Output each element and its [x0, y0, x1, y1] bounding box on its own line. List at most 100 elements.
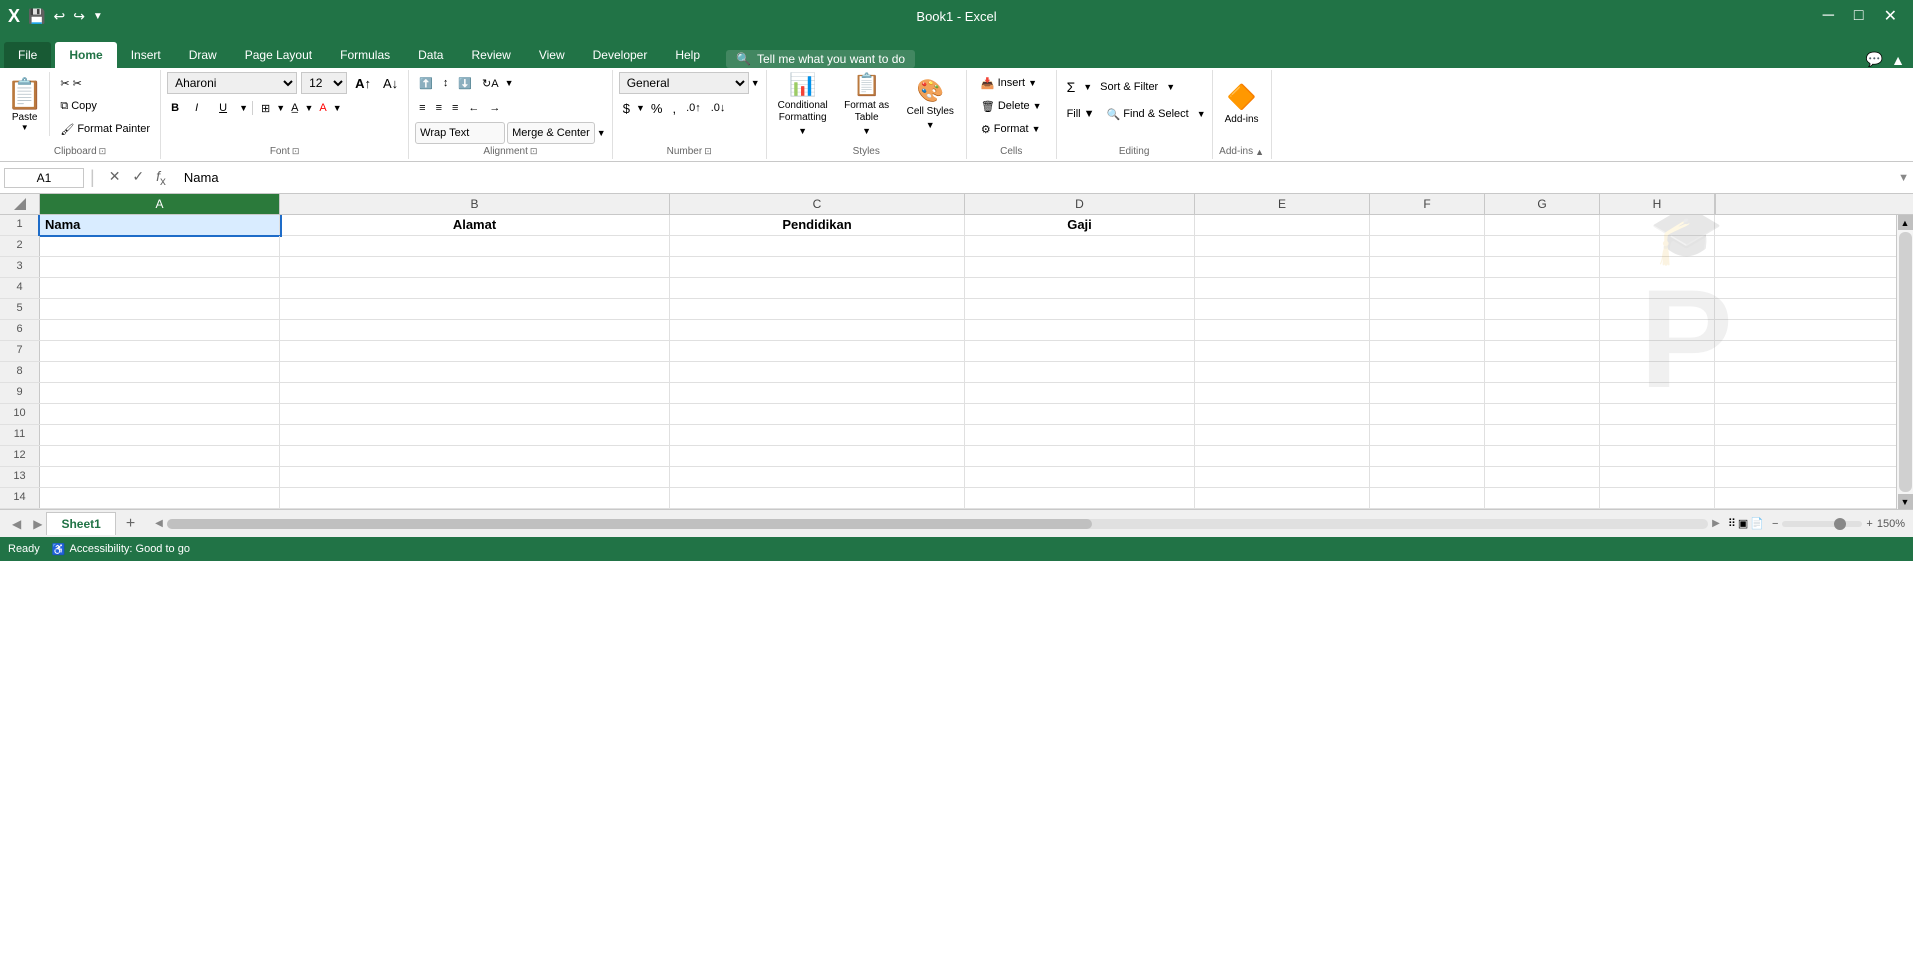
cell-f8[interactable] — [1370, 362, 1485, 382]
tab-view[interactable]: View — [525, 42, 579, 68]
cell-c3[interactable] — [670, 257, 965, 277]
cell-h14[interactable] — [1600, 488, 1715, 508]
cell-a13[interactable] — [40, 467, 280, 487]
cell-d11[interactable] — [965, 425, 1195, 445]
text-direction-dropdown[interactable]: ▼ — [505, 78, 514, 88]
cell-a2[interactable] — [40, 236, 280, 256]
confirm-formula-button[interactable]: ✓ — [128, 166, 148, 190]
cell-g4[interactable] — [1485, 278, 1600, 298]
cell-f11[interactable] — [1370, 425, 1485, 445]
tab-data[interactable]: Data — [404, 42, 457, 68]
cell-c7[interactable] — [670, 341, 965, 361]
cell-b11[interactable] — [280, 425, 670, 445]
tab-page-layout[interactable]: Page Layout — [231, 42, 326, 68]
cell-d6[interactable] — [965, 320, 1195, 340]
cell-e5[interactable] — [1195, 299, 1370, 319]
tab-draw[interactable]: Draw — [175, 42, 231, 68]
col-header-e[interactable]: E — [1195, 194, 1370, 214]
normal-view-button[interactable]: ▣ — [1738, 517, 1748, 530]
cell-f10[interactable] — [1370, 404, 1485, 424]
formula-input[interactable] — [178, 168, 1894, 187]
align-middle-button[interactable]: ↕ — [439, 72, 453, 94]
font-expand-icon[interactable]: ⊡ — [292, 146, 300, 157]
cell-a5[interactable] — [40, 299, 280, 319]
cell-d1[interactable]: Gaji — [965, 215, 1195, 235]
cell-e12[interactable] — [1195, 446, 1370, 466]
alignment-expand-icon[interactable]: ⊡ — [530, 146, 538, 157]
cell-d12[interactable] — [965, 446, 1195, 466]
indent-decrease-button[interactable]: ← — [464, 97, 483, 119]
cell-f6[interactable] — [1370, 320, 1485, 340]
italic-button[interactable]: I — [191, 97, 213, 119]
row-num-11[interactable]: 11 — [0, 425, 40, 445]
hscroll-right[interactable]: ▶ — [1712, 518, 1720, 529]
font-color-dropdown[interactable]: ▼ — [333, 103, 342, 113]
row-num-6[interactable]: 6 — [0, 320, 40, 340]
cell-h13[interactable] — [1600, 467, 1715, 487]
cell-c2[interactable] — [670, 236, 965, 256]
col-header-b[interactable]: B — [280, 194, 670, 214]
cell-a4[interactable] — [40, 278, 280, 298]
cell-e10[interactable] — [1195, 404, 1370, 424]
close-button[interactable]: ✕ — [1876, 2, 1905, 30]
tab-nav-right[interactable]: ▶ — [29, 515, 46, 533]
cell-c11[interactable] — [670, 425, 965, 445]
align-right-button[interactable]: ≡ — [448, 97, 462, 119]
cell-h4[interactable] — [1600, 278, 1715, 298]
cell-h11[interactable] — [1600, 425, 1715, 445]
format-dropdown[interactable]: ▼ — [1032, 124, 1041, 134]
cell-e3[interactable] — [1195, 257, 1370, 277]
tab-help[interactable]: Help — [661, 42, 714, 68]
quick-access-save[interactable]: 💾 — [28, 8, 45, 25]
cell-g8[interactable] — [1485, 362, 1600, 382]
select-all-icon[interactable] — [14, 198, 26, 210]
cell-f12[interactable] — [1370, 446, 1485, 466]
cell-h8[interactable] — [1600, 362, 1715, 382]
increase-decimal-button[interactable]: .0↑ — [682, 97, 705, 119]
cell-h1[interactable] — [1600, 215, 1715, 235]
col-header-a[interactable]: A — [40, 194, 280, 214]
border-dropdown[interactable]: ▼ — [276, 103, 285, 113]
cell-f5[interactable] — [1370, 299, 1485, 319]
tab-nav-left[interactable]: ◀ — [8, 515, 25, 533]
quick-access-dropdown[interactable]: ▼ — [93, 11, 103, 22]
cell-b8[interactable] — [280, 362, 670, 382]
cell-a1[interactable]: Nama — [40, 215, 280, 235]
format-cells-button[interactable]: ⚙ Format ▼ — [973, 118, 1049, 140]
row-num-3[interactable]: 3 — [0, 257, 40, 277]
tab-review[interactable]: Review — [457, 42, 524, 68]
align-bottom-button[interactable]: ⬇️ — [454, 72, 476, 94]
cell-styles-button[interactable]: 🎨 Cell Styles ▼ — [901, 72, 960, 136]
align-left-button[interactable]: ≡ — [415, 97, 429, 119]
cell-c5[interactable] — [670, 299, 965, 319]
cell-e11[interactable] — [1195, 425, 1370, 445]
align-center-button[interactable]: ≡ — [432, 97, 446, 119]
row-num-13[interactable]: 13 — [0, 467, 40, 487]
cell-g3[interactable] — [1485, 257, 1600, 277]
scroll-down-button[interactable]: ▼ — [1898, 494, 1913, 509]
cell-a9[interactable] — [40, 383, 280, 403]
restore-button[interactable]: □ — [1846, 3, 1872, 29]
collapse-ribbon-icon[interactable]: ▲ — [1891, 52, 1905, 68]
scroll-thumb[interactable] — [1899, 232, 1912, 492]
cell-c10[interactable] — [670, 404, 965, 424]
cell-d7[interactable] — [965, 341, 1195, 361]
cell-f3[interactable] — [1370, 257, 1485, 277]
hscroll-thumb[interactable] — [167, 519, 1092, 529]
cell-c4[interactable] — [670, 278, 965, 298]
tab-file[interactable]: File — [4, 42, 51, 68]
cell-f1[interactable] — [1370, 215, 1485, 235]
decrease-decimal-button[interactable]: .0↓ — [707, 97, 730, 119]
cell-f7[interactable] — [1370, 341, 1485, 361]
cell-b10[interactable] — [280, 404, 670, 424]
add-sheet-button[interactable]: + — [118, 511, 143, 537]
zoom-slider-thumb[interactable] — [1834, 518, 1846, 530]
cell-e8[interactable] — [1195, 362, 1370, 382]
cell-b5[interactable] — [280, 299, 670, 319]
zoom-level[interactable]: 150% — [1877, 518, 1905, 530]
conditional-formatting-dropdown[interactable]: ▼ — [798, 126, 807, 136]
cell-g9[interactable] — [1485, 383, 1600, 403]
cell-a10[interactable] — [40, 404, 280, 424]
cell-b2[interactable] — [280, 236, 670, 256]
cut-button[interactable]: ✂ ✂ — [56, 72, 154, 94]
